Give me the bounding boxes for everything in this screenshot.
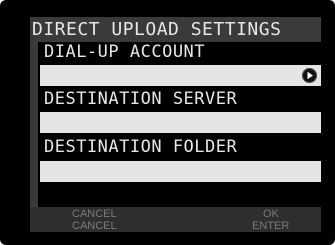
ok-action-label[interactable]: OK xyxy=(263,208,279,220)
destination-folder-field[interactable] xyxy=(40,161,321,182)
destination-folder-label: DESTINATION FOLDER xyxy=(44,137,238,157)
settings-dialog: DIRECT UPLOAD SETTINGS DIAL-UP ACCOUNT D… xyxy=(30,17,321,232)
play-arrow-icon[interactable] xyxy=(302,68,317,83)
cancel-key-label: CANCEL xyxy=(72,220,117,232)
cancel-action-label[interactable]: CANCEL xyxy=(72,208,117,220)
dialog-title: DIRECT UPLOAD SETTINGS xyxy=(30,17,321,42)
footer-bar: CANCEL CANCEL OK ENTER xyxy=(30,207,321,232)
enter-key-label: ENTER xyxy=(252,220,290,232)
dial-up-account-field[interactable] xyxy=(40,65,321,86)
destination-server-label: DESTINATION SERVER xyxy=(44,89,238,109)
settings-form: DIAL-UP ACCOUNT DESTINATION SERVER DESTI… xyxy=(38,42,321,207)
dial-up-account-label: DIAL-UP ACCOUNT xyxy=(44,42,206,62)
camera-lcd-screen: DIRECT UPLOAD SETTINGS DIAL-UP ACCOUNT D… xyxy=(0,0,335,245)
destination-server-field[interactable] xyxy=(40,112,321,133)
